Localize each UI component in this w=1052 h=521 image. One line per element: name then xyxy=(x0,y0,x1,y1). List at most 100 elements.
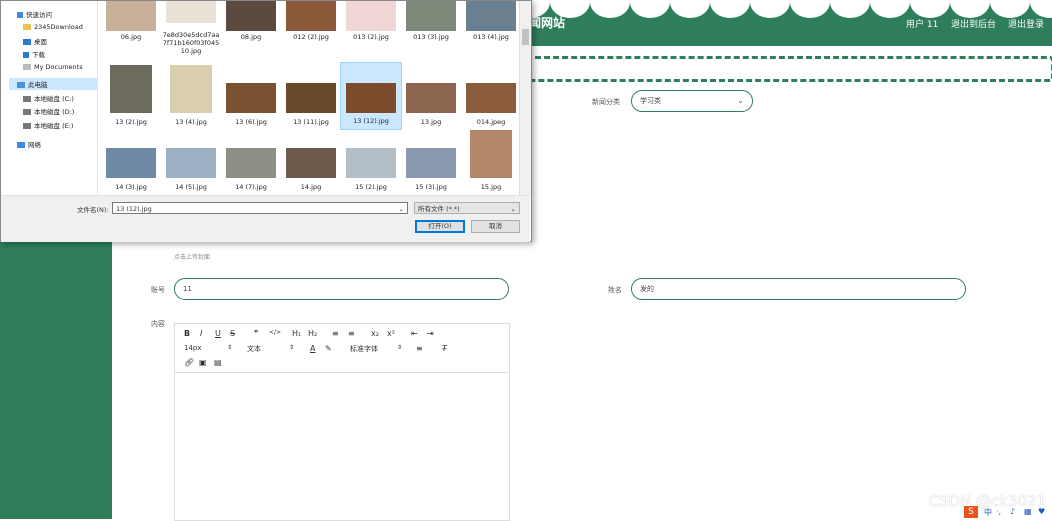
skin-icon[interactable]: ♥ xyxy=(1038,507,1045,516)
video-icon[interactable]: ▤ xyxy=(214,358,222,367)
scrollbar-thumb[interactable] xyxy=(522,29,529,45)
subscript-button[interactable]: x₂ xyxy=(371,329,379,338)
nav-drive[interactable]: 本地磁盘 (D:) xyxy=(23,106,74,116)
h1-button[interactable]: H₁ xyxy=(292,329,301,338)
backend-link[interactable]: 退出到后台 xyxy=(951,17,996,30)
scallop-shape xyxy=(990,0,1030,18)
file-item[interactable]: 06.jpg xyxy=(101,1,161,63)
account-value: 11 xyxy=(183,285,192,293)
keyboard-icon[interactable]: ▦ xyxy=(1024,507,1032,516)
nav-item[interactable]: My Documents xyxy=(23,63,83,71)
file-name: 13 (11).jpg xyxy=(293,118,329,126)
file-item[interactable]: 13 (6).jpg xyxy=(221,81,281,145)
dialog-scrollbar[interactable] xyxy=(519,1,531,195)
underline-button[interactable]: U xyxy=(215,329,221,338)
image-icon[interactable]: ▣ xyxy=(199,358,207,367)
rich-text-editor[interactable]: B I U S ❞ </> H₁ H₂ ≡ ≡ x₂ x² ⇤ ⇥ 14px ⇕… xyxy=(174,323,510,521)
filename-input[interactable]: 13 (12).jpg ⌄ xyxy=(112,202,408,214)
paragraph-select[interactable]: 文本 xyxy=(247,344,261,354)
nav-item[interactable]: 2345Download xyxy=(23,23,83,31)
microphone-icon[interactable]: ♪ xyxy=(1010,507,1015,516)
nav-quick-access[interactable]: 快速访问 xyxy=(17,9,52,19)
font-size-select[interactable]: 14px xyxy=(184,344,202,352)
account-input[interactable]: 11 xyxy=(174,278,509,300)
nav-item[interactable]: 下载 xyxy=(23,49,45,59)
file-item[interactable]: 012 (2).jpg xyxy=(281,1,341,63)
align-icon[interactable]: ≡ xyxy=(416,344,423,353)
folder-icon xyxy=(23,24,31,30)
highlight-icon[interactable]: ✎ xyxy=(325,344,332,353)
file-thumbnail xyxy=(286,148,336,178)
scallop-shape xyxy=(630,0,670,18)
nav-drive[interactable]: 本地磁盘 (E:) xyxy=(23,120,73,130)
open-button[interactable]: 打开(O) xyxy=(415,220,465,233)
file-name: 013 (4).jpg xyxy=(473,33,509,41)
file-thumbnail xyxy=(106,1,156,31)
file-item[interactable]: 7e8d30e5dcd7aa7f71b160f03f04510.jpg xyxy=(161,1,221,63)
name-input[interactable]: 发的 xyxy=(631,278,966,300)
editor-toolbar: B I U S ❞ </> H₁ H₂ ≡ ≡ x₂ x² ⇤ ⇥ 14px ⇕… xyxy=(175,324,509,373)
scallop-shape xyxy=(790,0,830,18)
file-thumbnail xyxy=(226,148,276,178)
ordered-list-button[interactable]: ≡ xyxy=(332,329,339,338)
font-color-icon[interactable]: A xyxy=(310,344,315,353)
outdent-button[interactable]: ⇤ xyxy=(411,329,418,338)
network-icon xyxy=(17,142,25,148)
file-thumbnail xyxy=(346,83,396,113)
dialog-file-grid: 06.jpg 7e8d30e5dcd7aa7f71b160f03f04510.jp… xyxy=(97,1,519,195)
indent-button[interactable]: ⇥ xyxy=(427,329,434,338)
file-name: 14.jpg xyxy=(300,183,322,191)
file-item[interactable]: 08.jpg xyxy=(221,1,281,63)
h2-button[interactable]: H₂ xyxy=(308,329,317,338)
scallop-shape xyxy=(910,0,950,18)
bold-button[interactable]: B xyxy=(184,329,190,338)
cancel-button[interactable]: 取消 xyxy=(471,220,520,233)
punctuation-icon[interactable]: ·, xyxy=(996,507,1001,516)
user-link[interactable]: 用户 11 xyxy=(906,17,938,30)
file-thumbnail xyxy=(106,148,156,178)
logout-link[interactable]: 退出登录 xyxy=(1008,17,1044,30)
account-label: 账号 xyxy=(151,286,165,294)
file-name: 06.jpg xyxy=(120,33,142,41)
nav-item[interactable]: 桌面 xyxy=(23,36,47,46)
name-value: 发的 xyxy=(640,285,654,293)
file-thumbnail xyxy=(346,1,396,31)
file-item[interactable]: 013 (3).jpg xyxy=(401,1,461,63)
document-icon xyxy=(23,64,31,70)
nav-drive[interactable]: 本地磁盘 (C:) xyxy=(23,93,74,103)
ime-mode-icon[interactable]: 中 xyxy=(984,507,992,518)
file-item[interactable]: 013 (2).jpg xyxy=(341,1,401,63)
chevron-updown-icon: ⇕ xyxy=(397,344,403,351)
superscript-button[interactable]: x² xyxy=(387,329,395,338)
italic-button[interactable]: I xyxy=(200,329,202,338)
chevron-updown-icon: ⇕ xyxy=(227,344,233,351)
font-family-select[interactable]: 标准字体 xyxy=(350,344,378,354)
file-open-dialog: 快速访问 2345Download 桌面 下载 My Documents 此电脑… xyxy=(0,0,532,242)
clear-format-icon[interactable]: T̶ xyxy=(442,344,447,353)
strike-button[interactable]: S xyxy=(230,329,235,338)
file-thumbnail xyxy=(286,83,336,113)
file-thumbnail xyxy=(170,65,212,113)
file-name: 013 (2).jpg xyxy=(353,33,389,41)
blockquote-button[interactable]: ❞ xyxy=(254,329,258,338)
file-name: 13 (6).jpg xyxy=(235,118,267,126)
category-select[interactable]: 学习类 ⌄ xyxy=(631,90,753,112)
nav-this-pc[interactable]: 此电脑 xyxy=(9,78,97,90)
download-icon xyxy=(23,52,29,58)
nav-network[interactable]: 网络 xyxy=(17,139,41,149)
file-thumbnail xyxy=(226,1,276,31)
file-item[interactable]: 13.jpg xyxy=(401,81,461,145)
star-icon xyxy=(17,12,23,18)
link-icon[interactable]: 🔗︎ xyxy=(184,358,194,367)
bullet-list-button[interactable]: ≡ xyxy=(348,329,355,338)
file-item[interactable]: 13 (11).jpg xyxy=(281,81,341,145)
file-thumbnail xyxy=(110,65,152,113)
file-name: 14 (5).jpg xyxy=(175,183,207,191)
file-type-filter[interactable]: 所有文件 (*.*) ⌄ xyxy=(414,202,520,214)
code-button[interactable]: </> xyxy=(269,329,281,336)
filter-value: 所有文件 (*.*) xyxy=(418,205,460,213)
file-item[interactable]: 13 (12).jpg xyxy=(340,62,402,130)
file-item[interactable]: 13 (2).jpg xyxy=(101,65,161,145)
file-item[interactable]: 13 (4).jpg xyxy=(161,65,221,145)
file-item[interactable]: 013 (4).jpg xyxy=(461,1,521,63)
